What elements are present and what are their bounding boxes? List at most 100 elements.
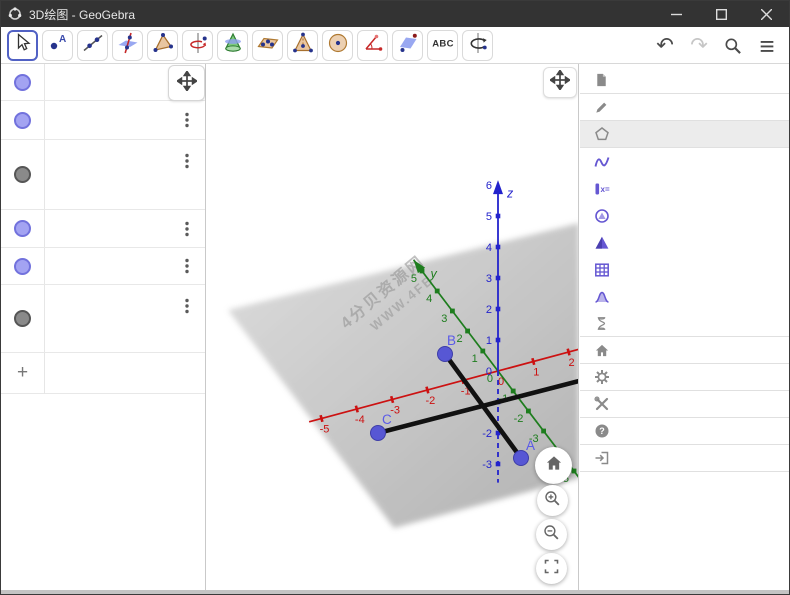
point-label-A: A <box>526 438 535 453</box>
tool-rotate-around-line[interactable] <box>182 30 213 61</box>
tool-point[interactable]: A <box>42 30 73 61</box>
svg-text:-5: -5 <box>320 424 330 436</box>
move-tool-icon <box>11 31 35 60</box>
algebra-row-f[interactable] <box>1 140 205 210</box>
search-icon <box>721 36 745 56</box>
graphics-view-drag-handle[interactable] <box>543 67 577 98</box>
svg-text:A: A <box>59 34 66 45</box>
app-window: 3D绘图 - GeoGebra AABC ↶↷≡ <box>0 0 790 595</box>
menu-item-table[interactable] <box>580 256 790 283</box>
tool-rotate-3d-view[interactable] <box>462 30 493 61</box>
title-bar: 3D绘图 - GeoGebra <box>1 1 789 27</box>
tool-plane-through-points[interactable] <box>252 30 283 61</box>
row-options-button[interactable] <box>179 248 195 284</box>
row-options-button[interactable] <box>179 101 195 139</box>
visibility-toggle[interactable] <box>14 310 31 327</box>
row-options-button[interactable] <box>179 210 195 247</box>
svg-text:-2: -2 <box>482 428 492 440</box>
point-C[interactable] <box>371 426 386 441</box>
algebra-row-B[interactable] <box>1 101 205 140</box>
row-options-button[interactable] <box>179 152 195 170</box>
visibility-toggle[interactable] <box>14 220 31 237</box>
table-icon <box>593 261 610 278</box>
menu-item-pencil[interactable] <box>580 94 790 121</box>
svg-text:-4: -4 <box>355 414 365 426</box>
tool-move[interactable] <box>7 30 38 61</box>
minimize-button[interactable] <box>654 1 699 27</box>
svg-text:?: ? <box>599 426 605 436</box>
angle-tool-icon <box>361 31 385 60</box>
main-menu: x= ? <box>580 64 790 592</box>
sphere-tool-icon <box>326 31 350 60</box>
menu-item-gear[interactable] <box>580 364 790 391</box>
svg-text:2: 2 <box>569 357 575 369</box>
algebra-row-D[interactable] <box>1 248 205 285</box>
svg-text:0: 0 <box>486 366 492 378</box>
algebra-row-g[interactable] <box>1 285 205 353</box>
tool-sphere[interactable] <box>322 30 353 61</box>
home-button[interactable] <box>535 447 572 484</box>
row-options-button[interactable] <box>179 297 195 315</box>
menu-item-probability[interactable] <box>580 283 790 310</box>
fullscreen-button[interactable] <box>536 553 567 584</box>
menu-item-cas[interactable]: x= <box>580 175 790 202</box>
algebra-row-C[interactable] <box>1 210 205 248</box>
redo-button[interactable]: ↷ <box>687 35 711 56</box>
signin-icon <box>593 450 610 467</box>
3d-scene[interactable]: 4分贝资源网 WWW.4FB-5-4-3-2-1012543210-1-2-3-… <box>206 64 579 592</box>
maximize-button[interactable] <box>699 1 744 27</box>
menu-item-signin[interactable] <box>580 445 790 472</box>
perpendicular-line-tool-icon <box>116 31 140 60</box>
tool-text[interactable]: ABC <box>427 30 458 61</box>
menu-item-home[interactable] <box>580 337 790 364</box>
menu-item-tools[interactable] <box>580 391 790 418</box>
tools-icon <box>593 396 610 413</box>
visibility-toggle[interactable] <box>14 112 31 129</box>
svg-text:5: 5 <box>411 273 417 285</box>
tool-line[interactable] <box>77 30 108 61</box>
zoom-in-button[interactable] <box>537 485 568 516</box>
undo-button[interactable]: ↶ <box>653 35 677 56</box>
tool-cone[interactable] <box>217 30 248 61</box>
search-button[interactable] <box>721 36 745 56</box>
exam-icon <box>593 315 610 332</box>
algebra-input-row[interactable]: + <box>1 353 205 394</box>
home-icon <box>544 453 564 478</box>
point-B[interactable] <box>438 347 453 362</box>
menu-item-exam[interactable] <box>580 310 790 337</box>
toolbar: A ABC ↶ ↷ ≡ <box>1 27 789 64</box>
help-icon: ? <box>593 423 610 440</box>
tool-angle[interactable] <box>357 30 388 61</box>
tool-perpendicular-line[interactable] <box>112 30 143 61</box>
visibility-toggle[interactable] <box>14 74 31 91</box>
svg-text:3: 3 <box>441 313 447 325</box>
rotate-around-line-tool-icon <box>186 31 210 60</box>
3d-graphics-view[interactable]: 4分贝资源网 WWW.4FB-5-4-3-2-1012543210-1-2-3-… <box>206 64 579 592</box>
algebra-panel-drag-handle[interactable] <box>168 65 205 101</box>
visibility-toggle[interactable] <box>14 258 31 275</box>
point-label-C: C <box>382 412 392 427</box>
tool-polygon[interactable] <box>147 30 178 61</box>
svg-text:-2: -2 <box>514 413 524 425</box>
tool-pyramid[interactable] <box>287 30 318 61</box>
visibility-toggle[interactable] <box>14 166 31 183</box>
geometry-icon <box>593 207 610 224</box>
menu-item-file[interactable] <box>580 67 790 94</box>
menu-item-graphing3d[interactable] <box>580 229 790 256</box>
menu-item-geometry[interactable] <box>580 202 790 229</box>
menu-item-graphing[interactable] <box>580 148 790 175</box>
close-button[interactable] <box>744 1 789 27</box>
geogebra-logo-icon <box>8 7 22 21</box>
point-tool-icon: A <box>46 31 70 60</box>
menu-item-pentagon[interactable] <box>580 121 790 148</box>
zoom-out-button[interactable] <box>536 519 567 550</box>
menu-item-help[interactable]: ? <box>580 418 790 445</box>
svg-text:ABC: ABC <box>432 38 453 49</box>
window-resize-edge[interactable] <box>1 590 789 594</box>
graphing-icon <box>593 153 610 170</box>
zoom-in-icon <box>543 489 562 513</box>
hamburger-menu-icon: ≡ <box>755 33 779 59</box>
tool-reflect-about-plane[interactable] <box>392 30 423 61</box>
point-label-B: B <box>447 333 456 348</box>
menu-button[interactable]: ≡ <box>755 33 779 59</box>
